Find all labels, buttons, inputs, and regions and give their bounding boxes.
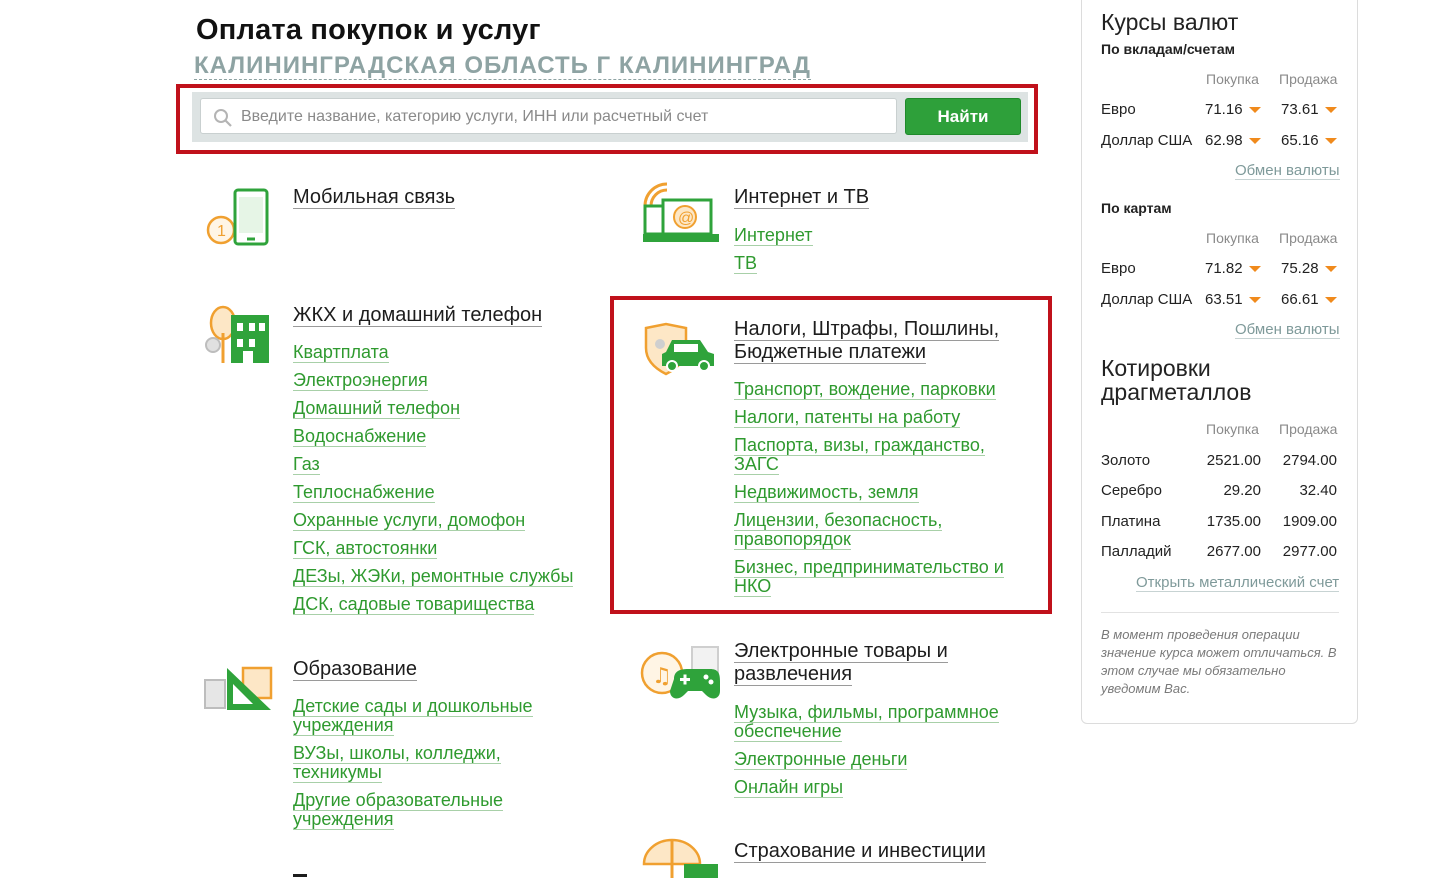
sidebar-divider bbox=[1101, 612, 1339, 613]
metal-sell-price: 2794.00 bbox=[1282, 452, 1337, 469]
metal-buy-price: 1735.00 bbox=[1206, 513, 1261, 530]
link-housing-5[interactable]: Теплоснабжение bbox=[293, 482, 573, 503]
deposits-sell-header: Продажа bbox=[1279, 71, 1338, 87]
card-currency-name: Доллар США bbox=[1101, 291, 1193, 308]
link-housing-6[interactable]: Охранные услуги, домофон bbox=[293, 510, 573, 531]
card-buy-rate: 63.51 bbox=[1205, 291, 1261, 308]
svg-text:1: 1 bbox=[217, 223, 226, 240]
card-sell-rate: 75.28 bbox=[1281, 260, 1337, 277]
metals-sell-header: Продажа bbox=[1279, 421, 1338, 437]
category-education[interactable]: Образование bbox=[293, 658, 417, 681]
deposit-buy-rate: 62.98 bbox=[1205, 132, 1261, 149]
cut-off-category-title bbox=[293, 874, 307, 877]
education-links: Детские сады и дошкольные учреждения ВУЗ… bbox=[293, 696, 573, 830]
ruler-triangle-icon bbox=[204, 666, 273, 710]
card-currency-name: Евро bbox=[1101, 260, 1136, 277]
arrow-down-icon bbox=[1248, 107, 1261, 114]
taxes-highlight-frame bbox=[610, 296, 1052, 614]
category-internet-tv[interactable]: Интернет и ТВ bbox=[734, 186, 870, 209]
exchange-link-cards[interactable]: Обмен валюты bbox=[1235, 321, 1340, 339]
category-mobile[interactable]: Мобильная связь bbox=[293, 186, 456, 209]
link-housing-2[interactable]: Домашний телефон bbox=[293, 398, 573, 419]
link-education-2[interactable]: Другие образовательные учреждения bbox=[293, 790, 573, 830]
link-housing-4[interactable]: Газ bbox=[293, 454, 573, 475]
cards-sell-header: Продажа bbox=[1279, 230, 1338, 246]
link-housing-0[interactable]: Квартплата bbox=[293, 342, 573, 363]
arrow-down-icon bbox=[1324, 138, 1337, 145]
link-housing-9[interactable]: ДСК, садовые товарищества bbox=[293, 594, 573, 615]
arrow-down-icon bbox=[1248, 297, 1261, 304]
metal-sell-price: 2977.00 bbox=[1282, 543, 1337, 560]
metal-name: Серебро bbox=[1101, 482, 1162, 499]
rates-title: Курсы валют bbox=[1101, 9, 1239, 35]
mobile-phone-icon: 1 bbox=[206, 188, 269, 246]
link-housing-7[interactable]: ГСК, автостоянки bbox=[293, 538, 573, 559]
svg-text:♫: ♫ bbox=[652, 664, 672, 689]
link-education-1[interactable]: ВУЗы, школы, колледжи, техникумы bbox=[293, 743, 573, 783]
deposit-currency-name: Доллар США bbox=[1101, 132, 1193, 149]
search-highlight-frame bbox=[176, 84, 1038, 154]
link-electronic-0[interactable]: Музыка, фильмы, программное обеспечение bbox=[734, 702, 1024, 742]
laptop-at-icon: @ bbox=[643, 182, 719, 242]
link-tv[interactable]: ТВ bbox=[734, 253, 813, 274]
card-buy-rate: 71.82 bbox=[1205, 260, 1261, 277]
deposit-buy-rate: 71.16 bbox=[1205, 101, 1261, 118]
rate-disclaimer: В момент проведения операции значение ку… bbox=[1101, 627, 1337, 696]
deposits-buy-header: Покупка bbox=[1206, 71, 1259, 87]
link-internet[interactable]: Интернет bbox=[734, 225, 813, 246]
metal-name: Золото bbox=[1101, 452, 1151, 469]
link-housing-1[interactable]: Электроэнергия bbox=[293, 370, 573, 391]
housing-links: Квартплата Электроэнергия Домашний телеф… bbox=[293, 342, 574, 615]
link-housing-3[interactable]: Водоснабжение bbox=[293, 426, 573, 447]
metal-buy-price: 29.20 bbox=[1223, 482, 1261, 499]
arrow-down-icon bbox=[1324, 266, 1337, 273]
cards-buy-header: Покупка bbox=[1206, 230, 1259, 246]
category-electronic[interactable]: Электронные товары и развлечения bbox=[734, 640, 948, 686]
svg-text:@: @ bbox=[678, 210, 694, 227]
category-housing[interactable]: ЖКХ и домашний телефон bbox=[293, 304, 543, 327]
link-education-0[interactable]: Детские сады и дошкольные учреждения bbox=[293, 696, 573, 736]
page-title: Оплата покупок и услуг bbox=[196, 14, 541, 46]
deposit-currency-name: Евро bbox=[1101, 101, 1136, 118]
metal-account-link[interactable]: Открыть металлический счет bbox=[1136, 574, 1340, 592]
deposits-label: По вкладам/счетам bbox=[1101, 41, 1236, 57]
umbrella-case-icon bbox=[642, 838, 718, 878]
house-tree-icon bbox=[205, 305, 269, 363]
category-insurance[interactable]: Страхование и инвестиции bbox=[734, 840, 986, 863]
metal-buy-price: 2521.00 bbox=[1206, 452, 1261, 469]
metals-buy-header: Покупка bbox=[1206, 421, 1259, 437]
cards-label: По картам bbox=[1101, 200, 1172, 216]
metal-name: Палладий bbox=[1101, 543, 1172, 560]
electronic-links: Музыка, фильмы, программное обеспечение … bbox=[734, 702, 1024, 798]
metal-name: Платина bbox=[1101, 513, 1161, 530]
metal-buy-price: 2677.00 bbox=[1206, 543, 1261, 560]
region-selector[interactable]: КАЛИНИНГРАДСКАЯ ОБЛАСТЬ Г КАЛИНИНГРАД bbox=[194, 53, 811, 80]
internet-links: Интернет ТВ bbox=[734, 225, 813, 274]
link-electronic-2[interactable]: Онлайн игры bbox=[734, 777, 1024, 798]
metals-title: Котировки драгметаллов bbox=[1101, 355, 1252, 405]
deposit-sell-rate: 65.16 bbox=[1281, 132, 1337, 149]
metal-sell-price: 1909.00 bbox=[1282, 513, 1337, 530]
deposit-sell-rate: 73.61 bbox=[1281, 101, 1337, 118]
link-electronic-1[interactable]: Электронные деньги bbox=[734, 749, 1024, 770]
arrow-down-icon bbox=[1248, 266, 1261, 273]
exchange-link-deposits[interactable]: Обмен валюты bbox=[1235, 162, 1340, 180]
arrow-down-icon bbox=[1248, 138, 1261, 145]
gamepad-music-icon: ♫ bbox=[640, 646, 720, 699]
link-housing-8[interactable]: ДЕЗы, ЖЭКи, ремонтные службы bbox=[293, 566, 574, 587]
card-sell-rate: 66.61 bbox=[1281, 291, 1337, 308]
arrow-down-icon bbox=[1324, 107, 1337, 114]
metal-sell-price: 32.40 bbox=[1299, 482, 1337, 499]
arrow-down-icon bbox=[1324, 297, 1337, 304]
